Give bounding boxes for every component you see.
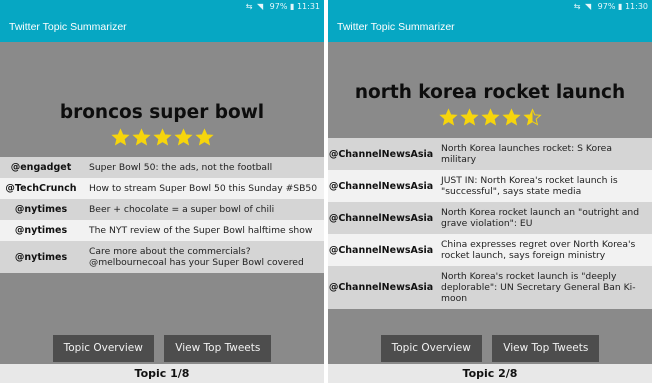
rating-stars [328, 108, 652, 128]
phone-screen-topic-1: ⇆ ◥ 97% ▮ 11:31 Twitter Topic Summarizer… [0, 0, 324, 383]
phone-screen-topic-2: ⇆ ◥ 97% ▮ 11:30 Twitter Topic Summarizer… [328, 0, 652, 383]
status-bar: ⇆ ◥ 97% ▮ 11:31 [0, 0, 324, 13]
battery-level: 97% [269, 2, 288, 11]
star-full-icon [152, 128, 172, 147]
tweet-handle: @ChannelNewsAsia [328, 180, 434, 192]
action-buttons: Topic Overview View Top Tweets [328, 335, 652, 362]
topic-pager: Topic 1/8 [0, 364, 324, 383]
clock: 11:31 [296, 2, 320, 11]
tweet-handle: @ChannelNewsAsia [328, 148, 434, 160]
tweet-handle: @nytimes [14, 225, 68, 236]
app-title: Twitter Topic Summarizer [9, 21, 127, 33]
tweet-handle: @nytimes [14, 251, 68, 263]
star-full-icon [480, 108, 500, 127]
tweet-row[interactable]: @TechCrunch How to stream Super Bowl 50 … [0, 178, 324, 199]
tweet-text: How to stream Super Bowl 50 this Sunday … [89, 183, 318, 194]
tweet-row[interactable]: @nytimes Beer + chocolate = a super bowl… [0, 199, 324, 220]
topic-title: broncos super bowl [59, 102, 265, 123]
topic-overview-button[interactable]: Topic Overview [52, 335, 154, 362]
tweet-handle: @ChannelNewsAsia [328, 282, 434, 293]
tweet-text: China expresses regret over North Korea'… [441, 239, 636, 261]
tweet-text: North Korea launches rocket: S Korea mil… [441, 143, 612, 165]
view-top-tweets-button[interactable]: View Top Tweets [164, 335, 272, 362]
topic-pager: Topic 2/8 [328, 364, 652, 383]
view-top-tweets-button[interactable]: View Top Tweets [492, 335, 600, 362]
tweet-text: JUST IN: North Korea's rocket launch is … [441, 175, 618, 197]
tweet-row[interactable]: @ChannelNewsAsia JUST IN: North Korea's … [328, 170, 652, 202]
topic-header: north korea rocket launch [328, 81, 652, 128]
star-full-icon [438, 108, 458, 127]
tweet-text: Beer + chocolate = a super bowl of chili [89, 204, 275, 215]
star-half-icon [522, 108, 542, 127]
tweet-text: The NYT review of the Super Bowl halftim… [89, 225, 313, 236]
app-bar: Twitter Topic Summarizer [0, 13, 324, 42]
tweet-text: North Korea's rocket launch is "deeply d… [441, 271, 636, 304]
tweet-row[interactable]: @nytimes The NYT review of the Super Bow… [0, 220, 324, 241]
tweet-text: Super Bowl 50: the ads, not the football [89, 162, 273, 173]
battery-icon: ▮ [617, 2, 623, 11]
tweet-row[interactable]: @ChannelNewsAsia North Korea's rocket la… [328, 266, 652, 309]
signal-wifi-icon: ⇆ ◥ [245, 2, 265, 11]
tweet-handle: @ChannelNewsAsia [328, 212, 434, 224]
tweet-row[interactable]: @ChannelNewsAsia North Korea rocket laun… [328, 202, 652, 234]
tweet-row[interactable]: @nytimes Care more about the commercials… [0, 241, 324, 273]
tweet-text: North Korea rocket launch an "outright a… [441, 207, 640, 229]
tweet-text: Care more about the commercials? @melbou… [89, 246, 304, 268]
star-full-icon [110, 128, 130, 147]
topic-overview-button[interactable]: Topic Overview [380, 335, 482, 362]
star-full-icon [131, 128, 151, 147]
action-buttons: Topic Overview View Top Tweets [0, 335, 324, 362]
app-bar: Twitter Topic Summarizer [328, 13, 652, 42]
rating-stars [0, 128, 324, 148]
app-title: Twitter Topic Summarizer [337, 21, 455, 33]
star-full-icon [173, 128, 193, 147]
tweet-row[interactable]: @ChannelNewsAsia North Korea launches ro… [328, 138, 652, 170]
tweet-handle: @nytimes [14, 204, 68, 215]
battery-level: 97% [597, 2, 616, 11]
tweet-row[interactable]: @engadget Super Bowl 50: the ads, not th… [0, 157, 324, 178]
star-full-icon [459, 108, 479, 127]
topic-header: broncos super bowl [0, 101, 324, 148]
tweet-handle: @ChannelNewsAsia [328, 244, 434, 256]
battery-icon: ▮ [289, 2, 295, 11]
topic-title: north korea rocket launch [354, 82, 626, 103]
star-full-icon [501, 108, 521, 127]
clock: 11:30 [624, 2, 648, 11]
signal-wifi-icon: ⇆ ◥ [573, 2, 593, 11]
tweet-list: @engadget Super Bowl 50: the ads, not th… [0, 157, 324, 273]
tweet-handle: @engadget [10, 162, 72, 173]
star-full-icon [194, 128, 214, 147]
tweet-row[interactable]: @ChannelNewsAsia China expresses regret … [328, 234, 652, 266]
tweet-list: @ChannelNewsAsia North Korea launches ro… [328, 138, 652, 309]
tweet-handle: @TechCrunch [5, 183, 77, 194]
status-bar: ⇆ ◥ 97% ▮ 11:30 [328, 0, 652, 13]
